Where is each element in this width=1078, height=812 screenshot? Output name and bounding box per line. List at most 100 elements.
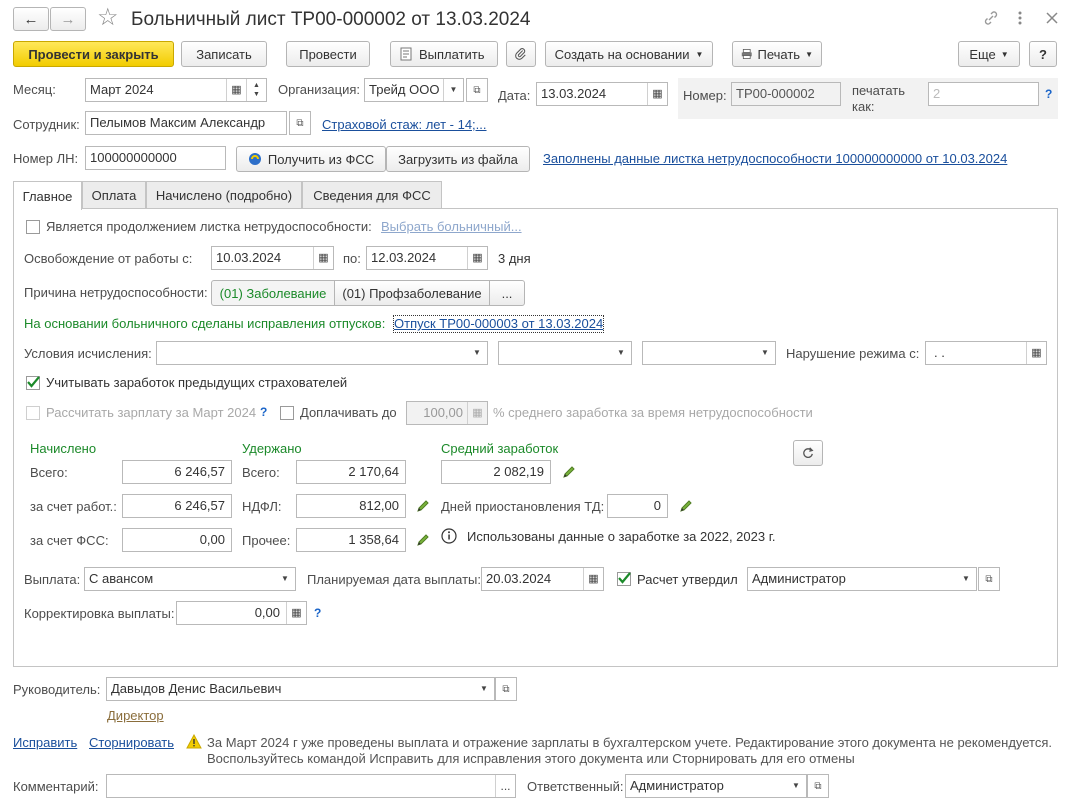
violation-date-field[interactable]: . . ▦	[925, 341, 1047, 365]
dropdown-arrow-icon: ▼	[695, 49, 704, 59]
help-icon[interactable]: ?	[314, 606, 321, 620]
print-as-label: печатать как:	[852, 83, 905, 115]
more-button[interactable]: Еще ▼	[958, 41, 1020, 67]
edit-pencil-icon[interactable]	[679, 499, 693, 513]
number-field: ТР00-000002	[731, 82, 841, 106]
tab-payment[interactable]: Оплата	[82, 181, 146, 209]
calendar-icon[interactable]: ▦	[226, 79, 246, 101]
conditions-field-3[interactable]: ▼	[642, 341, 776, 365]
other-label: Прочее:	[242, 533, 291, 548]
dropdown-arrow-icon[interactable]: ▼	[275, 568, 295, 590]
main-panel	[13, 208, 1058, 667]
month-label: Месяц:	[13, 82, 56, 97]
calendar-icon[interactable]: ▦	[467, 247, 487, 269]
pay-button-label: Выплатить	[419, 46, 485, 62]
save-button[interactable]: Записать	[181, 41, 267, 67]
dropdown-arrow-icon[interactable]: ▼	[755, 342, 775, 364]
dropdown-arrow-icon[interactable]: ▼	[611, 342, 631, 364]
insurance-experience-link[interactable]: Страховой стаж: лет - 14;...	[322, 117, 487, 133]
vacation-link[interactable]: Отпуск ТР00-000003 от 13.03.2024	[392, 315, 605, 333]
page-title: Больничный лист ТР00-000002 от 13.03.202…	[131, 9, 531, 30]
suspension-field[interactable]: 0	[607, 494, 668, 518]
calendar-icon[interactable]: ▦	[583, 568, 603, 590]
load-from-file-button[interactable]: Загрузить из файла	[386, 146, 530, 172]
create-based-button[interactable]: Создать на основании ▼	[545, 41, 713, 67]
tab-accrued-detail[interactable]: Начислено (подробно)	[146, 181, 302, 209]
planned-date-field[interactable]: 20.03.2024 ▦	[481, 567, 604, 591]
reason-more-button[interactable]: ...	[489, 280, 525, 306]
approved-checkbox[interactable]	[617, 572, 631, 586]
comment-field[interactable]: ...	[106, 774, 516, 798]
fix-link[interactable]: Исправить	[13, 735, 77, 751]
choose-sick-leave-link[interactable]: Выбрать больничный...	[381, 219, 522, 235]
release-from-field[interactable]: 10.03.2024 ▦	[211, 246, 334, 270]
close-icon[interactable]	[1046, 12, 1058, 24]
open-employee-button[interactable]: ⧉	[289, 111, 311, 135]
extra-pay-checkbox[interactable]	[280, 406, 294, 420]
open-approved-by-button[interactable]: ⧉	[978, 567, 1000, 591]
accrued-total-field: 6 246,57	[122, 460, 232, 484]
post-and-close-button[interactable]: Провести и закрыть	[13, 41, 174, 67]
responsible-field[interactable]: Администратор ▼	[625, 774, 807, 798]
link-icon[interactable]	[983, 10, 999, 26]
edit-pencil-icon[interactable]	[416, 533, 430, 547]
open-organization-button[interactable]: ⧉	[466, 78, 488, 102]
dropdown-arrow-icon[interactable]: ▼	[474, 678, 494, 700]
dropdown-arrow-icon[interactable]: ▼	[786, 775, 806, 797]
post-button[interactable]: Провести	[286, 41, 370, 67]
employee-field[interactable]: Пелымов Максим Александр	[85, 111, 287, 135]
organization-field[interactable]: Трейд ООО ▼	[364, 78, 464, 102]
refresh-button[interactable]	[793, 440, 823, 466]
checkmark-icon	[27, 376, 40, 388]
tab-fss-info[interactable]: Сведения для ФСС	[302, 181, 442, 209]
tab-main[interactable]: Главное	[13, 181, 82, 210]
reverse-link[interactable]: Сторнировать	[89, 735, 174, 751]
responsible-value: Администратор	[630, 778, 724, 793]
dropdown-arrow-icon[interactable]: ▼	[443, 79, 463, 101]
reason-disease-option[interactable]: (01) Заболевание	[211, 280, 335, 306]
continuation-checkbox[interactable]	[26, 220, 40, 234]
comment-more-button[interactable]: ...	[495, 775, 515, 797]
conditions-field-1[interactable]: ▼	[156, 341, 488, 365]
help-icon[interactable]: ?	[1045, 87, 1052, 101]
help-icon[interactable]: ?	[260, 405, 267, 419]
favorite-star-icon[interactable]: ☆	[97, 4, 119, 32]
help-button[interactable]: ?	[1029, 41, 1057, 67]
release-to-field[interactable]: 12.03.2024 ▦	[366, 246, 488, 270]
month-field[interactable]: Март 2024 ▦ ▲ ▼	[85, 78, 267, 102]
calendar-icon[interactable]: ▦	[313, 247, 333, 269]
conditions-field-2[interactable]: ▼	[498, 341, 632, 365]
reason-occupational-option[interactable]: (01) Профзаболевание	[334, 280, 490, 306]
open-responsible-button[interactable]: ⧉	[807, 774, 829, 798]
extra-pay-suffix: % среднего заработка за время нетрудоспо…	[493, 405, 813, 420]
pay-button[interactable]: Выплатить	[390, 41, 498, 67]
filled-data-link[interactable]: Заполнены данные листка нетрудоспособнос…	[543, 151, 1007, 167]
get-from-fss-button[interactable]: Получить из ФСС	[236, 146, 386, 172]
edit-pencil-icon[interactable]	[416, 499, 430, 513]
attach-button[interactable]	[506, 41, 536, 67]
accrued-title: Начислено	[30, 441, 97, 456]
payout-field[interactable]: С авансом ▼	[84, 567, 296, 591]
ln-number-field[interactable]: 100000000000	[85, 146, 226, 170]
dropdown-arrow-icon[interactable]: ▼	[956, 568, 976, 590]
edit-pencil-icon[interactable]	[562, 465, 576, 479]
open-manager-button[interactable]: ⧉	[495, 677, 517, 701]
back-button[interactable]: ←	[13, 7, 49, 31]
calendar-icon[interactable]: ▦	[647, 83, 667, 105]
forward-button[interactable]: →	[50, 7, 86, 31]
calendar-icon[interactable]: ▦	[1026, 342, 1046, 364]
manager-field[interactable]: Давыдов Денис Васильевич ▼	[106, 677, 495, 701]
print-button[interactable]: Печать ▼	[732, 41, 822, 67]
calculator-icon[interactable]: ▦	[286, 602, 306, 624]
dropdown-arrow-icon[interactable]: ▼	[467, 342, 487, 364]
approved-by-field[interactable]: Администратор ▼	[747, 567, 977, 591]
month-spinner[interactable]: ▲ ▼	[246, 79, 266, 101]
prev-insurers-checkbox[interactable]	[26, 376, 40, 390]
print-as-field[interactable]: 2	[928, 82, 1039, 106]
position-link[interactable]: Директор	[107, 708, 164, 724]
date-field[interactable]: 13.03.2024 ▦	[536, 82, 668, 106]
ndfl-field: 812,00	[296, 494, 406, 518]
correction-field[interactable]: 0,00 ▦	[176, 601, 307, 625]
withheld-total-field: 2 170,64	[296, 460, 406, 484]
more-vertical-icon[interactable]	[1016, 10, 1024, 26]
